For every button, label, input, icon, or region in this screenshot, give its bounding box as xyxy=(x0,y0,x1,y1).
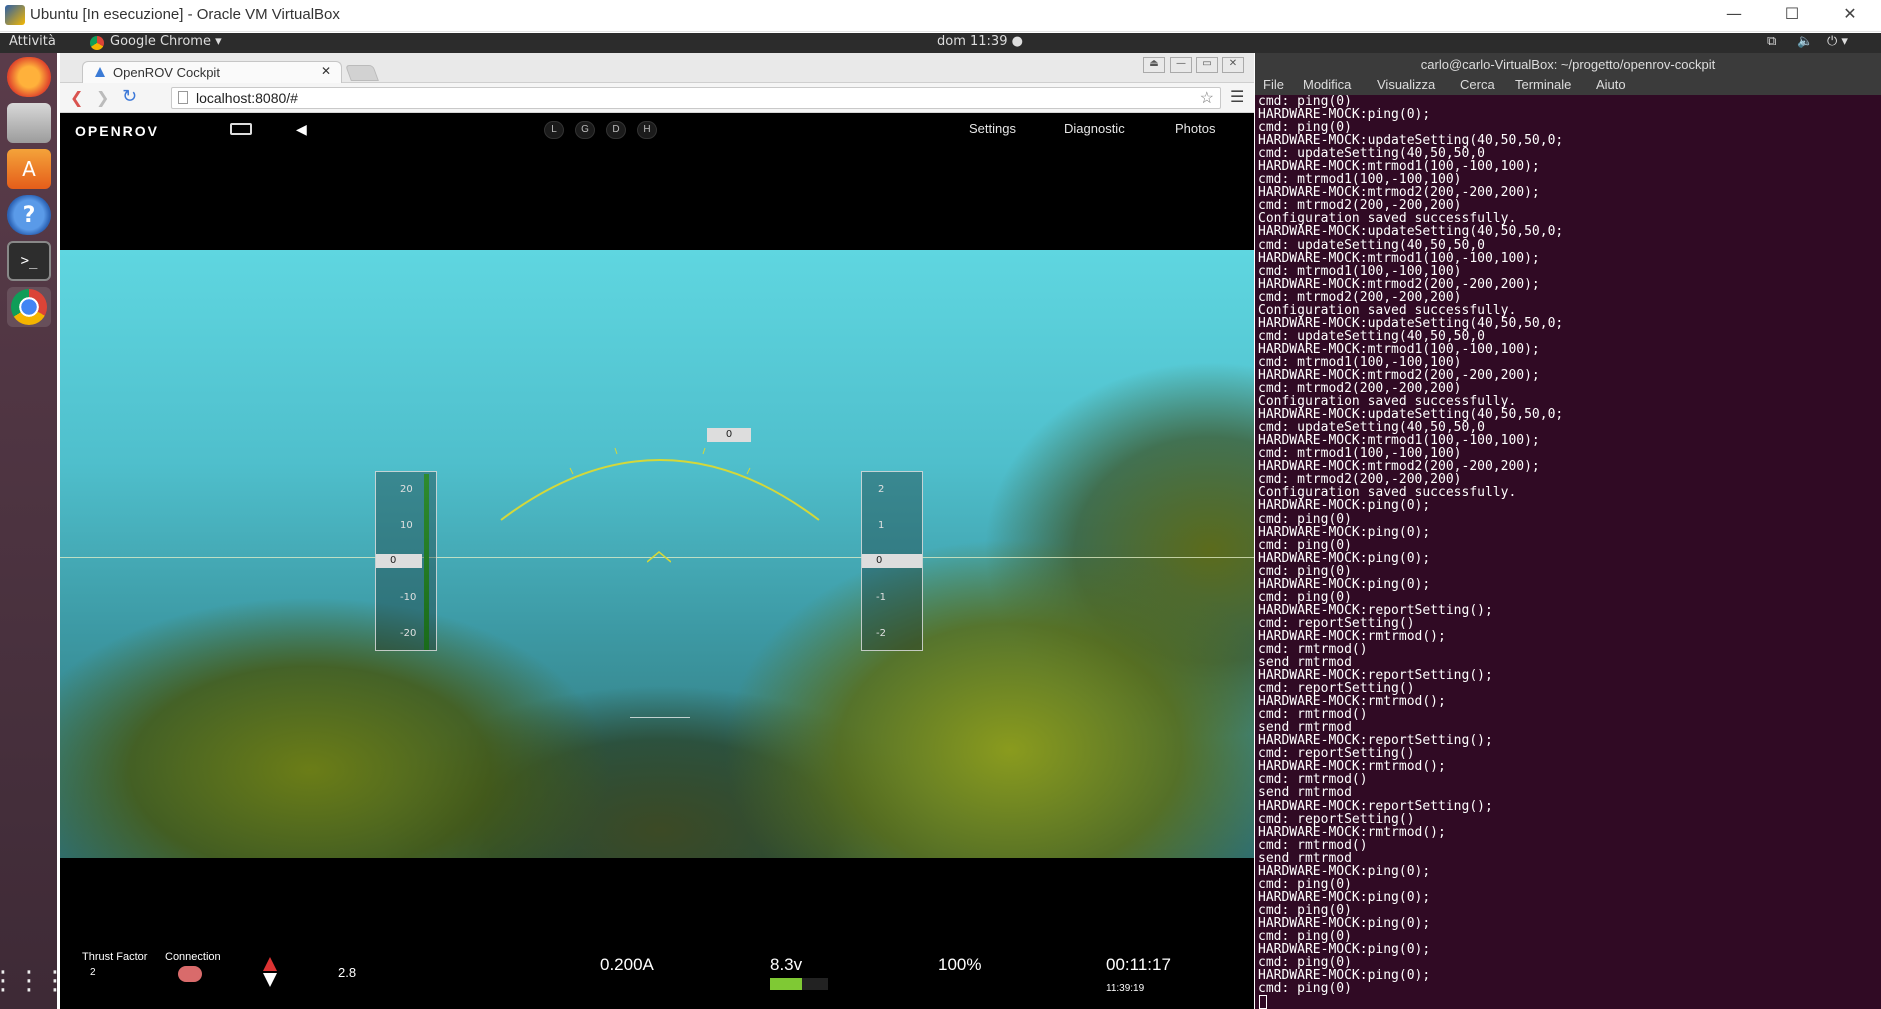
heading-readout: 0 xyxy=(707,428,751,442)
address-bar[interactable]: localhost:8080/# ☆ xyxy=(171,87,1221,109)
nav-photos[interactable]: Photos xyxy=(1175,121,1215,136)
current-value: 0.200A xyxy=(600,955,654,974)
openrov-logo: OPENROV xyxy=(75,123,160,139)
depth-readout: 0 xyxy=(376,554,422,568)
depth-tape-bar xyxy=(424,474,429,650)
url-text: localhost:8080/# xyxy=(196,90,298,106)
files-icon[interactable] xyxy=(7,103,51,143)
back-icon[interactable]: ❮ xyxy=(70,88,83,107)
tab-strip: OpenROV Cockpit ✕ ⏏ — ▭ ✕ xyxy=(60,53,1254,84)
video-feed: 0 20 10 -10 -20 0 2 1 -1 -2 0 xyxy=(60,250,1254,858)
lamp-h[interactable]: H xyxy=(637,121,657,139)
page-icon xyxy=(178,91,188,104)
lamp-d[interactable]: D xyxy=(606,121,626,139)
menu-terminale[interactable]: Terminale xyxy=(1515,77,1571,92)
depth-tick: 10 xyxy=(400,520,413,531)
maximize-button[interactable]: ☐ xyxy=(1763,0,1821,30)
lamp-l[interactable]: L xyxy=(544,121,564,139)
chrome-close-button[interactable]: ✕ xyxy=(1222,57,1244,73)
tab-close-icon[interactable]: ✕ xyxy=(321,64,331,78)
volume-icon[interactable]: 🔈 xyxy=(1797,34,1813,49)
rov-clock: 11:39:19 xyxy=(1106,983,1145,994)
chrome-icon[interactable] xyxy=(7,287,51,327)
chrome-app-icon xyxy=(90,36,104,50)
power-icon[interactable]: ⏻ ▾ xyxy=(1827,34,1848,49)
pitch-tape: 2 1 -1 -2 0 xyxy=(861,471,923,651)
favicon-icon xyxy=(95,67,105,77)
chrome-minimize-button[interactable]: — xyxy=(1170,57,1192,73)
ubuntu-dock: A ? >_ ⋮⋮⋮ xyxy=(0,53,68,1009)
top-bar-clock[interactable]: dom 11:39 ● xyxy=(937,34,1023,49)
pitch-tick: 1 xyxy=(878,520,885,531)
connection-indicator xyxy=(178,966,202,982)
help-icon[interactable]: ? xyxy=(7,195,51,235)
chrome-menu-icon[interactable]: ☰ xyxy=(1230,87,1244,106)
network-icon[interactable]: ⧉ xyxy=(1767,34,1776,49)
terminal-cursor xyxy=(1259,995,1267,1009)
volume-toggle-icon[interactable]: ◀ xyxy=(296,121,307,138)
vbox-title-bar: Ubuntu [In esecuzione] - Oracle VM Virtu… xyxy=(0,0,1881,32)
openrov-page: OPENROV ◀ L G D H Settings Diagnostic Ph… xyxy=(60,114,1254,1009)
clock-label: dom 11:39 xyxy=(937,34,1008,49)
chrome-window: OpenROV Cockpit ✕ ⏏ — ▭ ✕ ❮ ❯ ↻ localhos… xyxy=(60,53,1254,1009)
terminal-output[interactable]: cmd: ping(0) HARDWARE-MOCK:ping(0); cmd:… xyxy=(1258,95,1878,995)
chrome-maximize-button[interactable]: ▭ xyxy=(1196,57,1218,73)
depth-tick: 20 xyxy=(400,484,413,495)
tab-title: OpenROV Cockpit xyxy=(113,65,220,80)
depth-tick: -20 xyxy=(400,628,417,639)
compass-icon xyxy=(263,957,277,987)
pitch-readout: 0 xyxy=(862,554,922,568)
chrome-user-button[interactable]: ⏏ xyxy=(1143,57,1165,73)
show-applications-icon[interactable]: ⋮⋮⋮ xyxy=(0,961,68,1001)
ubuntu-top-bar: Attività Google Chrome ▾ dom 11:39 ● ⧉ 🔈… xyxy=(0,33,1881,53)
nav-diagnostic[interactable]: Diagnostic xyxy=(1064,121,1125,136)
terminal-menu-bar: File Modifica Visualizza Cerca Terminale… xyxy=(1255,77,1881,95)
lamp-g[interactable]: G xyxy=(575,121,595,139)
depth-tape: 20 10 -10 -20 0 xyxy=(375,471,437,651)
heading-caret xyxy=(647,551,671,563)
reload-icon[interactable]: ↻ xyxy=(122,86,137,107)
software-center-icon[interactable]: A xyxy=(7,149,51,189)
terminal-window: carlo@carlo-VirtualBox: ~/progetto/openr… xyxy=(1255,53,1881,1009)
bookmark-star-icon[interactable]: ☆ xyxy=(1200,88,1214,108)
telemetry-bar: Thrust Factor 2 Connection 2.8 0.200A 8.… xyxy=(60,858,1254,1009)
forward-icon[interactable]: ❯ xyxy=(96,88,109,107)
minimize-button[interactable]: — xyxy=(1705,0,1763,30)
activities-button[interactable]: Attività xyxy=(9,34,56,49)
window-title: Ubuntu [In esecuzione] - Oracle VM Virtu… xyxy=(30,6,340,23)
center-marker xyxy=(630,717,690,718)
rov-header: OPENROV ◀ L G D H Settings Diagnostic Ph… xyxy=(60,114,1254,144)
battery-bar xyxy=(770,978,828,990)
new-tab-button[interactable] xyxy=(345,65,379,81)
voltage-value: 8.3v xyxy=(770,955,803,974)
terminal-title: carlo@carlo-VirtualBox: ~/progetto/openr… xyxy=(1255,53,1881,77)
connection-label: Connection xyxy=(165,951,221,963)
pitch-tick: -1 xyxy=(876,592,886,603)
pitch-tick: 2 xyxy=(878,484,885,495)
thrust-factor-label: Thrust Factor xyxy=(82,951,148,963)
depth-tick: -10 xyxy=(400,592,417,603)
thrust-factor-value: 2 xyxy=(90,967,96,978)
pitch-tick: -2 xyxy=(876,628,886,639)
toolbar: ❮ ❯ ↻ localhost:8080/# ☆ ☰ xyxy=(60,83,1254,113)
keyboard-icon[interactable] xyxy=(230,123,252,135)
close-button[interactable]: ✕ xyxy=(1821,0,1879,30)
tab-openrov-cockpit[interactable]: OpenROV Cockpit ✕ xyxy=(82,61,342,84)
menu-cerca[interactable]: Cerca xyxy=(1460,77,1495,92)
app-menu[interactable]: Google Chrome ▾ xyxy=(110,34,222,49)
depth-value: 2.8 xyxy=(338,965,357,980)
menu-aiuto[interactable]: Aiuto xyxy=(1596,77,1626,92)
menu-visualizza[interactable]: Visualizza xyxy=(1377,77,1435,92)
app-menu-label: Google Chrome xyxy=(110,34,211,49)
terminal-icon[interactable]: >_ xyxy=(7,241,51,281)
heading-arc xyxy=(500,447,820,521)
menu-file[interactable]: File xyxy=(1263,77,1284,92)
nav-settings[interactable]: Settings xyxy=(969,121,1016,136)
mission-timer: 00:11:17 xyxy=(1106,955,1171,974)
battery-fill xyxy=(770,978,802,990)
firefox-icon[interactable] xyxy=(7,57,51,97)
virtualbox-logo-icon xyxy=(5,5,25,25)
menu-modifica[interactable]: Modifica xyxy=(1303,77,1351,92)
cpu-value: 100% xyxy=(938,955,982,974)
